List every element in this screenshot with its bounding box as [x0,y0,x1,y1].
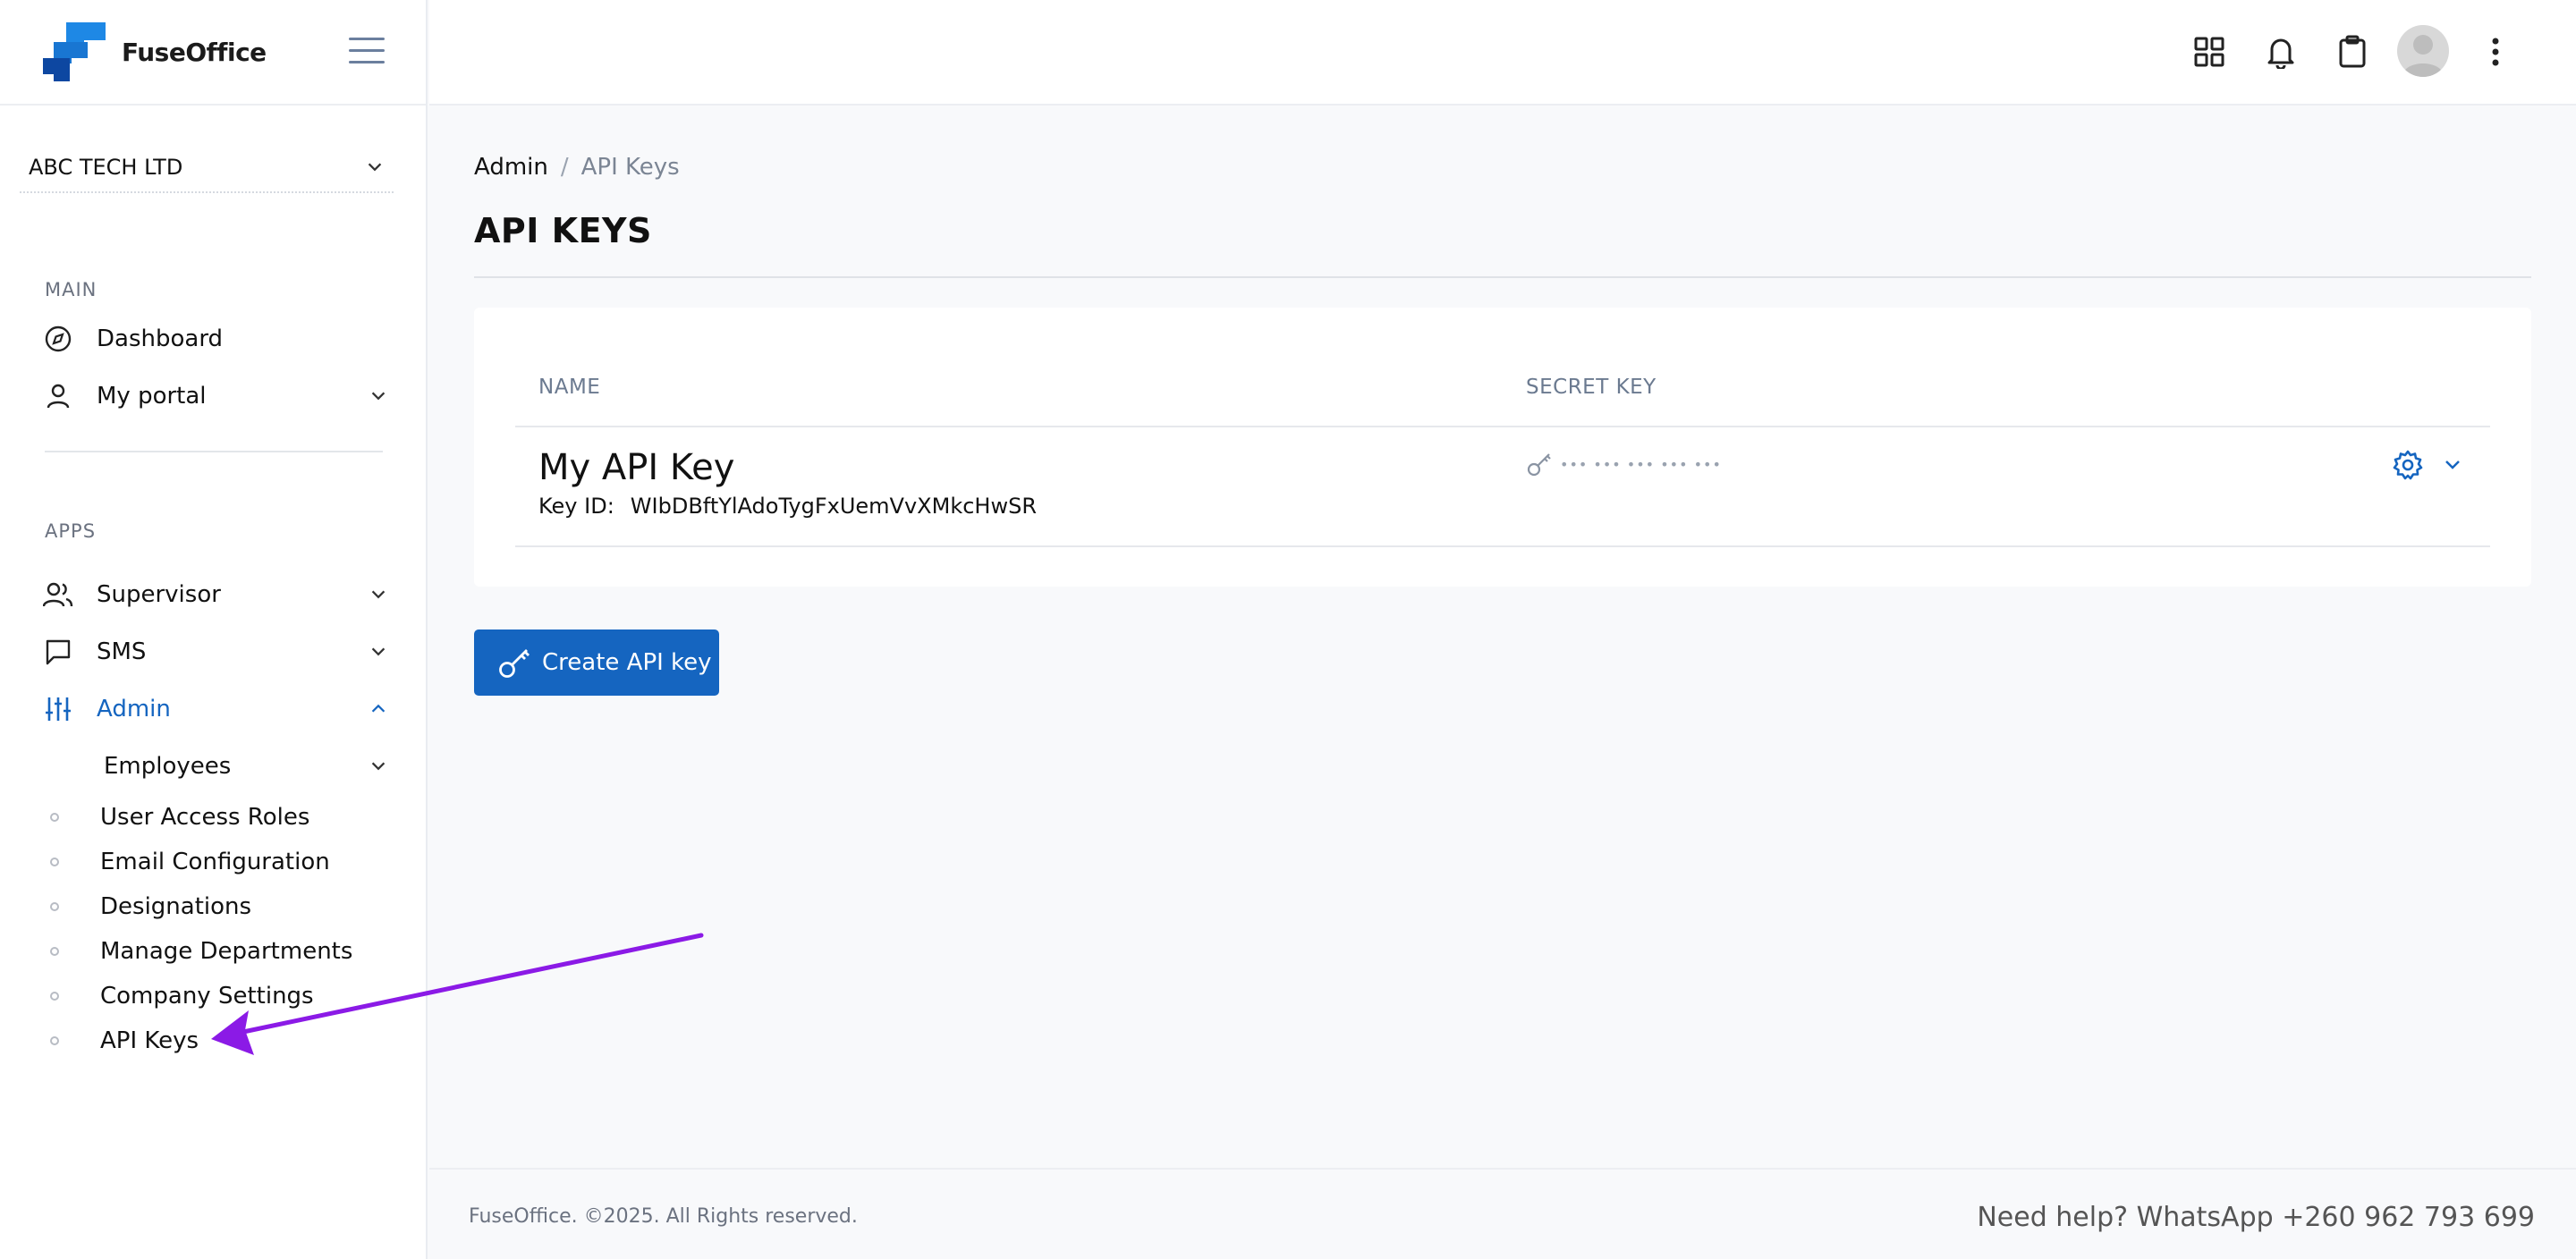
sidebar-item-label: SMS [97,638,147,665]
sidebar-subitem-api-keys[interactable]: API Keys [50,1020,390,1061]
sidebar-item-label: User Access Roles [100,804,310,831]
fuseoffice-logo [43,22,106,81]
chevron-up-icon [371,704,386,713]
more-vertical-icon[interactable] [2478,34,2513,70]
sidebar-subitem-user-access-roles[interactable]: User Access Roles [50,797,390,838]
bullet-icon [50,992,59,1001]
secret-key-masked: ••• ••• ••• ••• ••• [1560,455,1722,473]
sidebar-item-admin[interactable]: Admin [43,687,388,731]
api-key-id: Key ID: WIbDBftYlAdoTygFxUemVvXMkcHwSR [538,494,1037,519]
key-icon [499,649,530,678]
column-header-name: NAME [538,376,601,399]
footer-help: Need help? WhatsApp +260 962 793 699 [1977,1202,2535,1233]
breadcrumb-parent-link[interactable]: Admin [474,154,548,181]
bullet-icon [50,947,59,956]
chevron-down-icon [368,163,382,172]
bullet-icon [50,813,59,822]
sidebar-item-label: Supervisor [97,581,221,608]
sidebar-item-dashboard[interactable]: Dashboard [43,317,388,361]
sidebar-subitem-employees[interactable]: Employees [104,744,388,789]
chevron-down-icon [371,590,386,599]
bell-icon[interactable] [2263,34,2299,70]
api-keys-table-card: NAME SECRET KEY My API Key Key ID: WIbDBf… [474,308,2531,587]
company-selector[interactable]: ABC TECH LTD [20,143,394,193]
breadcrumb-separator: / [560,154,569,181]
sidebar-item-label: Employees [104,753,232,780]
apps-grid-icon[interactable] [2191,34,2227,70]
footer-copyright: FuseOffice. ©2025. All Rights reserved. [469,1205,858,1228]
sidebar-subitem-designations[interactable]: Designations [50,886,390,927]
brand-header: FuseOffice [0,0,426,106]
page-title: API KEYS [474,211,652,250]
sliders-icon [43,694,73,724]
chevron-down-icon [371,392,386,401]
breadcrumb: Admin / API Keys [474,154,680,181]
create-api-key-label: Create API key [542,649,712,676]
sidebar-item-supervisor[interactable]: Supervisor [43,572,388,617]
chevron-down-icon [371,762,386,771]
bullet-icon [50,902,59,911]
key-id-label: Key ID: [538,494,614,519]
api-key-name: My API Key [538,447,735,488]
table-header-divider [515,426,2490,427]
breadcrumb-current: API Keys [580,154,680,181]
sidebar-item-label: Admin [97,696,171,722]
bullet-icon [50,858,59,866]
sidebar-item-label: Email Configuration [100,849,330,875]
sidebar-item-label: Designations [100,893,252,920]
company-name: ABC TECH LTD [29,155,183,180]
sidebar-item-sms[interactable]: SMS [43,630,388,674]
avatar[interactable] [2397,25,2449,77]
section-apps-label: APPS [45,520,97,542]
compass-icon [43,324,73,354]
message-icon [43,637,73,667]
top-bar [429,0,2576,106]
chevron-down-icon[interactable] [2442,454,2463,476]
key-id-value: WIbDBftYlAdoTygFxUemVvXMkcHwSR [630,494,1037,519]
title-divider [474,276,2531,278]
clipboard-icon[interactable] [2334,34,2370,70]
users-icon [43,579,73,610]
sidebar-subitem-manage-departments[interactable]: Manage Departments [50,931,390,972]
create-api-key-button[interactable]: Create API key [474,630,719,696]
footer: FuseOffice. ©2025. All Rights reserved. … [429,1168,2576,1259]
sidebar-item-label: Dashboard [97,325,224,352]
key-icon [1527,453,1551,477]
sidebar-item-label: API Keys [100,1027,199,1054]
sidebar-subitem-company-settings[interactable]: Company Settings [50,976,390,1017]
brand-name: FuseOffice [122,37,267,67]
gear-icon[interactable] [2392,449,2424,481]
sidebar-item-my-portal[interactable]: My portal [43,374,388,418]
secret-key-cell: ••• ••• ••• ••• ••• [1526,451,1722,477]
bullet-icon [50,1036,59,1045]
column-header-secret-key: SECRET KEY [1526,376,1657,399]
menu-toggle-icon[interactable] [349,38,385,64]
sidebar-item-label: My portal [97,383,207,410]
table-row-divider [515,545,2490,547]
sidebar-item-label: Manage Departments [100,938,353,965]
section-main-label: MAIN [45,279,97,300]
sidebar-divider [45,451,383,452]
sidebar-subitem-email-configuration[interactable]: Email Configuration [50,841,390,883]
user-icon [43,381,73,411]
sidebar-item-label: Company Settings [100,983,314,1010]
chevron-down-icon [371,647,386,656]
sidebar: FuseOffice ABC TECH LTD MAIN Dashboard M… [0,0,428,1259]
